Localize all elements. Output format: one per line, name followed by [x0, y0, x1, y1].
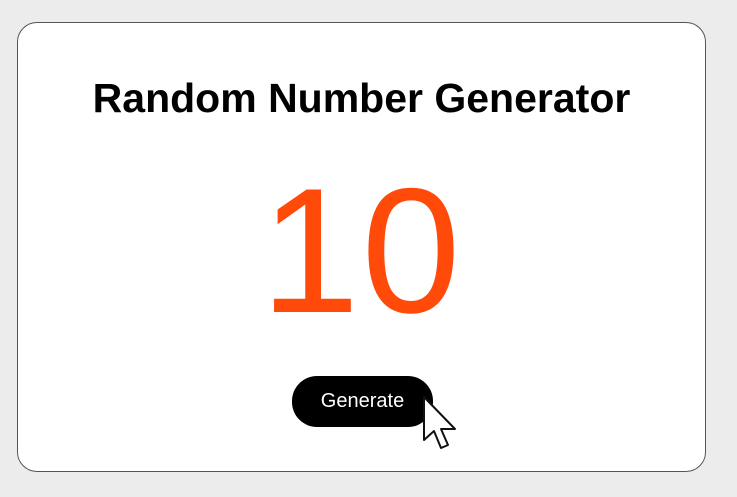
generate-button[interactable]: Generate [292, 376, 433, 427]
random-number-display: 10 [260, 151, 463, 350]
generator-card: Random Number Generator 10 Generate [17, 22, 706, 472]
page: Random Number Generator 10 Generate [0, 0, 737, 497]
page-title: Random Number Generator [92, 75, 631, 121]
